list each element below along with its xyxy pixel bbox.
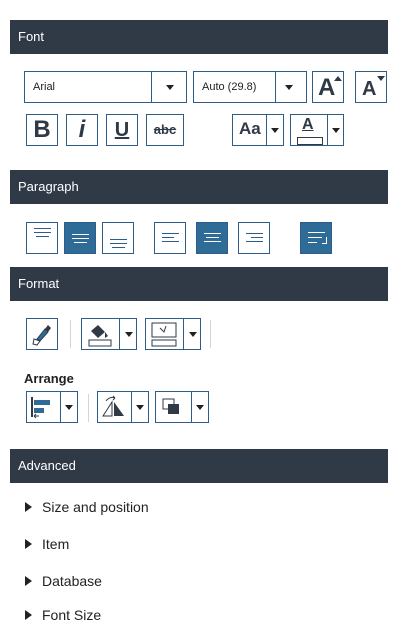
align-bottom-button[interactable] xyxy=(102,222,134,254)
order-icon xyxy=(162,398,179,414)
dropdown-divider xyxy=(60,392,61,422)
advanced-item-item[interactable]: Item xyxy=(24,534,384,556)
rotate-button[interactable] xyxy=(97,391,149,423)
shrink-font-button[interactable]: A xyxy=(355,71,387,103)
paragraph-section-title: Paragraph xyxy=(18,179,79,194)
bold-button[interactable]: B xyxy=(26,114,58,146)
expand-arrow-icon xyxy=(25,576,32,586)
bold-icon: B xyxy=(33,116,51,143)
align-top-button[interactable] xyxy=(26,222,58,254)
advanced-item-font-size[interactable]: Font Size xyxy=(24,605,384,627)
dropdown-divider xyxy=(327,115,328,145)
dropdown-divider xyxy=(119,319,120,349)
fill-color-button[interactable] xyxy=(81,318,137,350)
color-swatch xyxy=(297,137,323,145)
expand-arrow-icon xyxy=(25,610,32,620)
align-objects-icon xyxy=(31,397,50,419)
align-middle-button[interactable] xyxy=(64,222,96,254)
paragraph-section-header[interactable]: Paragraph xyxy=(10,170,388,204)
font-color-icon: A xyxy=(302,116,314,133)
arrange-label: Arrange xyxy=(24,371,74,386)
format-divider xyxy=(70,320,71,348)
strikethrough-button[interactable]: abc xyxy=(146,114,184,146)
chevron-down-icon xyxy=(65,405,73,410)
chevron-down-icon xyxy=(136,405,144,410)
italic-icon: i xyxy=(78,116,86,143)
format-section-title: Format xyxy=(18,276,60,291)
down-arrow-icon xyxy=(377,76,385,81)
chevron-down-icon xyxy=(285,85,293,90)
align-right-button[interactable] xyxy=(238,222,270,254)
up-arrow-icon xyxy=(334,76,342,81)
advanced-section-header[interactable]: Advanced xyxy=(10,449,388,483)
format-painter-button[interactable] xyxy=(26,318,58,350)
grow-font-button[interactable]: A xyxy=(312,71,344,103)
italic-button[interactable]: i xyxy=(66,114,98,146)
underline-icon: U xyxy=(114,119,130,141)
font-size-dropdown[interactable]: Auto (29.8) xyxy=(193,71,307,103)
format-divider xyxy=(210,320,211,348)
chevron-down-icon xyxy=(332,128,340,133)
font-section-header[interactable]: Font xyxy=(10,20,388,54)
order-button[interactable] xyxy=(155,391,209,423)
dropdown-divider xyxy=(275,72,276,102)
expand-arrow-icon xyxy=(25,502,32,512)
dropdown-divider xyxy=(131,392,132,422)
grow-font-icon: A xyxy=(318,74,336,101)
advanced-section-title: Advanced xyxy=(18,458,76,473)
font-family-dropdown[interactable]: Arial xyxy=(24,71,187,103)
dropdown-divider xyxy=(151,72,152,102)
chevron-down-icon xyxy=(189,332,197,337)
rotate-icon xyxy=(102,395,124,417)
advanced-item-label: Item xyxy=(42,536,70,552)
font-color-button[interactable]: A xyxy=(290,114,344,146)
chevron-down-icon xyxy=(196,405,204,410)
format-painter-icon xyxy=(32,325,51,346)
expand-arrow-icon xyxy=(25,539,32,549)
arrange-divider xyxy=(88,394,89,422)
chevron-down-icon xyxy=(166,85,174,90)
advanced-item-database[interactable]: Database xyxy=(24,571,384,593)
align-center-button[interactable] xyxy=(196,222,228,254)
dropdown-divider xyxy=(183,319,184,349)
format-section-header[interactable]: Format xyxy=(10,267,388,301)
align-left-button[interactable] xyxy=(154,222,186,254)
strikethrough-icon: abc xyxy=(153,122,177,137)
font-section-title: Font xyxy=(18,29,45,44)
advanced-item-size-position[interactable]: Size and position xyxy=(24,497,384,519)
dropdown-divider xyxy=(266,115,267,145)
shrink-font-icon: A xyxy=(362,78,377,100)
chevron-down-icon xyxy=(271,128,279,133)
border-icon xyxy=(151,322,177,347)
align-objects-button[interactable] xyxy=(26,391,78,423)
font-size-value: Auto (29.8) xyxy=(202,81,257,93)
word-wrap-button[interactable] xyxy=(300,222,332,254)
chevron-down-icon xyxy=(125,332,133,337)
border-button[interactable] xyxy=(145,318,201,350)
font-family-value: Arial xyxy=(33,81,56,93)
advanced-item-label: Font Size xyxy=(42,607,102,623)
dropdown-divider xyxy=(191,392,192,422)
change-case-icon: Aa xyxy=(239,119,261,138)
underline-button[interactable]: U xyxy=(106,114,138,146)
change-case-button[interactable]: Aa xyxy=(232,114,284,146)
advanced-item-label: Database xyxy=(42,573,102,589)
fill-color-icon xyxy=(88,325,112,347)
advanced-item-label: Size and position xyxy=(42,499,149,515)
